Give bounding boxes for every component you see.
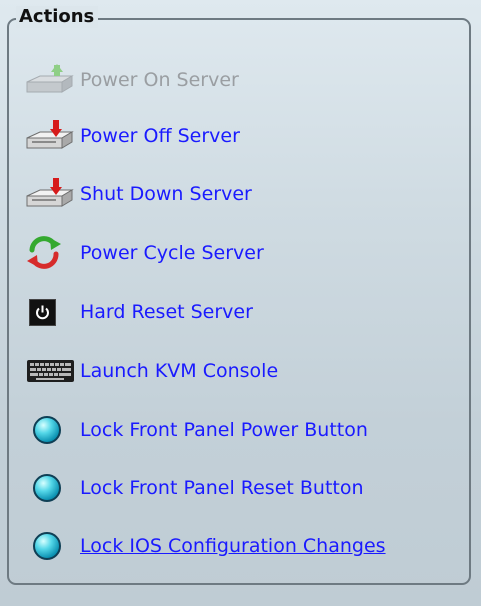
power-cycle-server-label: Power Cycle Server — [80, 242, 264, 264]
status-ball — [33, 532, 61, 560]
lock-front-panel-power-button-action[interactable]: Lock Front Panel Power Button — [24, 412, 368, 448]
lock-front-panel-reset-button-action[interactable]: Lock Front Panel Reset Button — [24, 470, 364, 506]
lock-front-panel-reset-button-label: Lock Front Panel Reset Button — [80, 477, 364, 499]
status-ball-icon — [24, 470, 80, 506]
power-cycle-icon — [24, 235, 80, 271]
power-button-icon — [24, 294, 80, 330]
launch-kvm-console-label: Launch KVM Console — [80, 360, 279, 382]
actions-panel-title: Actions — [16, 6, 99, 28]
lock-front-panel-power-button-label: Lock Front Panel Power Button — [80, 419, 368, 441]
actions-panel: Actions Power On Server Power Off Server… — [0, 0, 481, 606]
status-ball-icon — [24, 412, 80, 448]
status-ball — [33, 416, 61, 444]
keyboard-icon — [24, 353, 80, 389]
power-cycle-server-action[interactable]: Power Cycle Server — [24, 235, 264, 271]
server-power-on-icon — [24, 62, 80, 98]
hard-reset-server-label: Hard Reset Server — [80, 301, 253, 323]
power-off-server-action[interactable]: Power Off Server — [24, 118, 240, 154]
shut-down-server-label: Shut Down Server — [80, 183, 252, 205]
server-power-off-icon — [24, 118, 80, 154]
status-ball-icon — [24, 528, 80, 564]
power-off-server-label: Power Off Server — [80, 125, 240, 147]
lock-ios-configuration-changes-label: Lock IOS Configuration Changes — [80, 535, 386, 557]
power-button-box — [29, 298, 56, 326]
hard-reset-server-action[interactable]: Hard Reset Server — [24, 294, 253, 330]
status-ball — [33, 474, 61, 502]
power-on-server-label: Power On Server — [80, 69, 239, 91]
power-on-server-action: Power On Server — [24, 62, 239, 98]
lock-ios-configuration-changes-action[interactable]: Lock IOS Configuration Changes — [24, 528, 386, 564]
launch-kvm-console-action[interactable]: Launch KVM Console — [24, 353, 278, 389]
server-shutdown-icon — [24, 176, 80, 212]
shut-down-server-action[interactable]: Shut Down Server — [24, 176, 252, 212]
